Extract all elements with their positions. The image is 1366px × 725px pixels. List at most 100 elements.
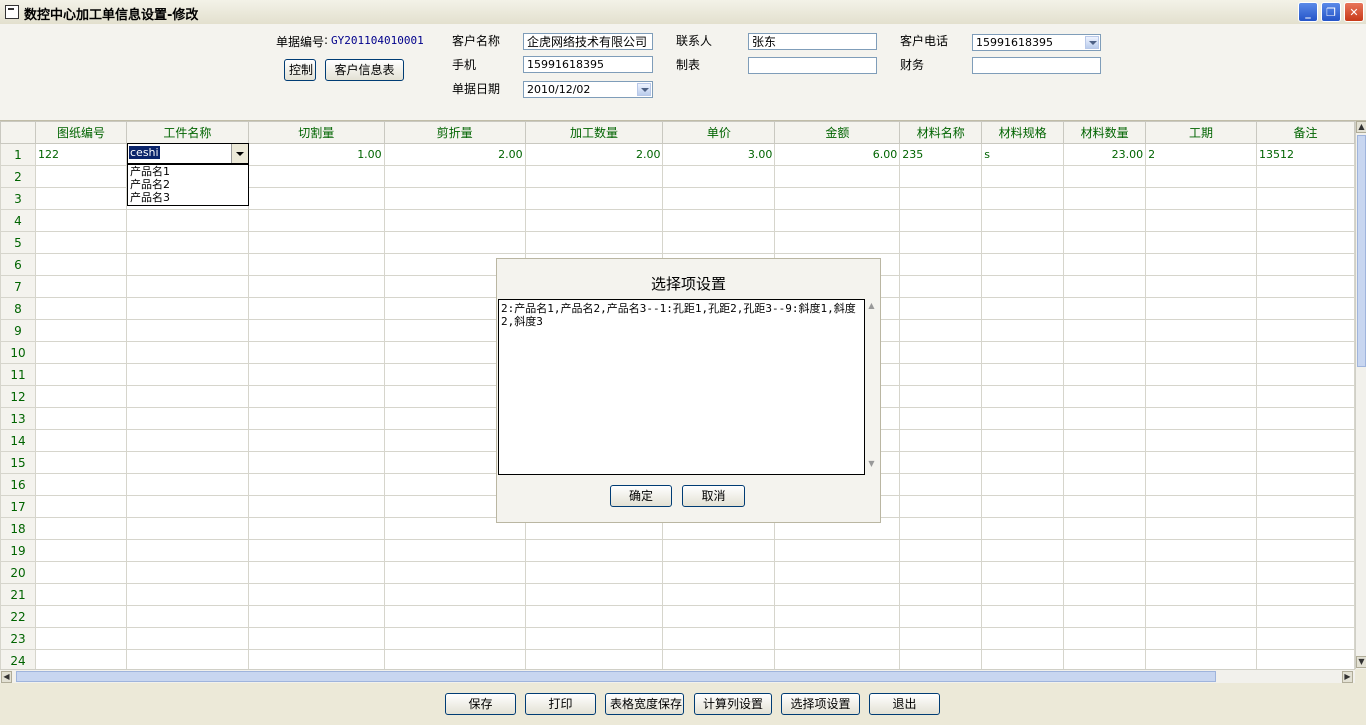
- grid-cell[interactable]: [247, 495, 385, 518]
- grid-cell[interactable]: [1255, 187, 1355, 210]
- grid-cell[interactable]: [34, 297, 127, 320]
- grid-cell[interactable]: [981, 319, 1065, 342]
- customer-name-field[interactable]: 企虎网络技术有限公司: [523, 33, 653, 50]
- horizontal-scrollbar[interactable]: ◀ ▶: [0, 669, 1355, 683]
- grid-cell[interactable]: [125, 341, 249, 364]
- grid-cell[interactable]: [1063, 605, 1147, 628]
- grid-cell[interactable]: [981, 539, 1065, 562]
- grid-cell[interactable]: [774, 627, 901, 650]
- grid-cell[interactable]: [1255, 649, 1355, 669]
- grid-cell[interactable]: [981, 231, 1065, 254]
- row-number[interactable]: 14: [0, 429, 36, 452]
- grid-cell[interactable]: [383, 561, 526, 584]
- grid-cell[interactable]: [899, 407, 983, 430]
- grid-cell[interactable]: [524, 231, 664, 254]
- grid-cell[interactable]: [1063, 231, 1147, 254]
- grid-cell[interactable]: [1145, 583, 1257, 606]
- table-row[interactable]: 23: [0, 627, 1355, 650]
- grid-cell[interactable]: [981, 583, 1065, 606]
- column-header[interactable]: 图纸编号: [34, 121, 127, 144]
- grid-cell[interactable]: [662, 165, 776, 188]
- grid-cell[interactable]: [899, 451, 983, 474]
- grid-cell[interactable]: [981, 517, 1065, 540]
- column-header[interactable]: 材料数量: [1063, 121, 1147, 144]
- calc-column-settings-button[interactable]: 计算列设置: [694, 693, 772, 715]
- column-header[interactable]: 切割量: [247, 121, 385, 144]
- grid-cell[interactable]: [662, 583, 776, 606]
- grid-cell[interactable]: [1063, 319, 1147, 342]
- close-button[interactable]: ✕: [1344, 2, 1364, 22]
- horizontal-scroll-thumb[interactable]: [16, 671, 1216, 682]
- grid-cell[interactable]: [34, 583, 127, 606]
- grid-cell[interactable]: [125, 473, 249, 496]
- grid-cell[interactable]: [981, 341, 1065, 364]
- grid-cell[interactable]: [1255, 539, 1355, 562]
- grid-cell[interactable]: [383, 649, 526, 669]
- grid-cell[interactable]: [34, 209, 127, 232]
- grid-cell[interactable]: [1145, 407, 1257, 430]
- grid-cell[interactable]: [1255, 275, 1355, 298]
- grid-cell[interactable]: [1063, 363, 1147, 386]
- grid-cell[interactable]: [774, 605, 901, 628]
- grid-cell[interactable]: [981, 649, 1065, 669]
- grid-cell[interactable]: [1255, 363, 1355, 386]
- grid-cell[interactable]: [1145, 275, 1257, 298]
- grid-cell[interactable]: [1063, 297, 1147, 320]
- row-number[interactable]: 11: [0, 363, 36, 386]
- grid-cell[interactable]: [981, 495, 1065, 518]
- grid-cell[interactable]: [1063, 407, 1147, 430]
- grid-cell[interactable]: [1145, 451, 1257, 474]
- grid-cell[interactable]: [247, 451, 385, 474]
- grid-cell[interactable]: [247, 605, 385, 628]
- grid-cell[interactable]: [899, 539, 983, 562]
- grid-cell[interactable]: [34, 407, 127, 430]
- grid-cell[interactable]: [774, 561, 901, 584]
- grid-cell[interactable]: [1255, 451, 1355, 474]
- grid-cell[interactable]: [1255, 165, 1355, 188]
- finance-field[interactable]: [972, 57, 1101, 74]
- grid-cell[interactable]: [774, 649, 901, 669]
- column-header[interactable]: 工期: [1145, 121, 1257, 144]
- grid-cell[interactable]: [1255, 627, 1355, 650]
- grid-cell[interactable]: 235: [899, 143, 983, 166]
- grid-cell[interactable]: [662, 187, 776, 210]
- exit-button[interactable]: 退出: [869, 693, 940, 715]
- grid-cell[interactable]: [899, 363, 983, 386]
- cancel-button[interactable]: 取消: [682, 485, 745, 507]
- grid-cell[interactable]: [899, 209, 983, 232]
- grid-cell[interactable]: [524, 605, 664, 628]
- grid-cell[interactable]: [1063, 209, 1147, 232]
- grid-cell[interactable]: [34, 539, 127, 562]
- grid-cell[interactable]: [247, 473, 385, 496]
- grid-cell[interactable]: [662, 209, 776, 232]
- grid-cell[interactable]: [125, 407, 249, 430]
- table-row[interactable]: 4: [0, 209, 1355, 232]
- row-number[interactable]: 12: [0, 385, 36, 408]
- grid-cell[interactable]: [125, 605, 249, 628]
- save-column-width-button[interactable]: 表格宽度保存: [605, 693, 684, 715]
- part-name-editor[interactable]: ceshi: [127, 143, 249, 164]
- grid-cell[interactable]: [247, 297, 385, 320]
- grid-cell[interactable]: [383, 165, 526, 188]
- grid-cell[interactable]: [981, 627, 1065, 650]
- grid-cell[interactable]: [247, 561, 385, 584]
- grid-cell[interactable]: [1145, 187, 1257, 210]
- grid-cell[interactable]: 6.00: [774, 143, 901, 166]
- column-header[interactable]: 金额: [774, 121, 901, 144]
- row-number[interactable]: 2: [0, 165, 36, 188]
- grid-cell[interactable]: [899, 341, 983, 364]
- grid-cell[interactable]: [524, 209, 664, 232]
- dropdown-option[interactable]: 产品名1: [128, 165, 248, 178]
- grid-cell[interactable]: [1063, 253, 1147, 276]
- grid-cell[interactable]: [125, 429, 249, 452]
- grid-cell[interactable]: [899, 583, 983, 606]
- grid-cell[interactable]: [1145, 363, 1257, 386]
- grid-cell[interactable]: [125, 649, 249, 669]
- grid-cell[interactable]: [125, 495, 249, 518]
- grid-cell[interactable]: [899, 627, 983, 650]
- grid-cell[interactable]: [981, 253, 1065, 276]
- grid-cell[interactable]: [981, 275, 1065, 298]
- grid-cell[interactable]: [1145, 517, 1257, 540]
- grid-cell[interactable]: [34, 253, 127, 276]
- grid-cell[interactable]: [1145, 319, 1257, 342]
